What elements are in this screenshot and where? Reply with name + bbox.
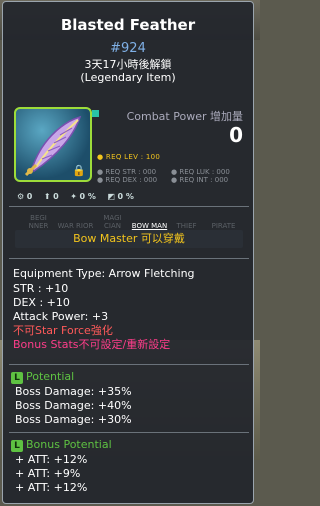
stat-icon-item: ⚙ 0 — [17, 192, 33, 201]
item-tooltip: Blasted Feather #924 3天17小時後解鎖 (Legendar… — [2, 1, 254, 504]
divider — [9, 258, 249, 259]
item-icon-frame: 🔒 — [14, 107, 92, 182]
job-beginner: BEGI NNER — [28, 214, 49, 230]
item-id: #924 — [110, 41, 146, 56]
req-level: ● REQ LEV : 100 — [97, 153, 161, 161]
stat-icon-row: ⚙ 0 ⬆ 0 ✦ 0 % ◩ 0 % — [17, 192, 247, 201]
job-notice: Bow Master 可以穿戴 — [15, 230, 243, 248]
divider — [9, 432, 249, 433]
potential-label: Potential — [26, 370, 75, 383]
item-grade: (Legendary Item) — [80, 71, 176, 84]
stat-line: STR : +10 — [13, 282, 69, 295]
req-luk: ● REQ LUK : 000 — [171, 168, 230, 176]
flag-icon — [92, 110, 99, 117]
stat-icon-item: ⬆ 0 — [43, 192, 59, 201]
potential-line: Boss Damage: +30% — [15, 413, 132, 426]
req-grid: ● REQ STR : 000 ● REQ LUK : 000 ● REQ DEX… — [97, 168, 247, 184]
stat-icon-item: ✦ 0 % — [70, 192, 96, 201]
stat-list: STR : +10 DEX : +10 Attack Power: +3 不可S… — [13, 282, 170, 352]
stat-icon-item: ◩ 0 % — [107, 192, 134, 201]
job-list: BEGI NNER WAR RIOR MAGI CIAN BOW MAN THIEF PI… — [20, 214, 246, 230]
item-title: Blasted Feather — [60, 16, 196, 34]
combat-power-label: Combat Power 增加量 — [126, 110, 243, 123]
bonus-potential-line: + ATT: +12% — [15, 481, 88, 494]
divider — [9, 364, 249, 365]
potential-header: L Potential — [11, 370, 74, 384]
potential-lines: Boss Damage: +35% Boss Damage: +40% Boss… — [15, 385, 132, 427]
potential-line: Boss Damage: +35% — [15, 385, 132, 398]
req-str: ● REQ STR : 000 — [97, 168, 157, 176]
legendary-badge-icon: L — [11, 440, 23, 452]
bonus-potential-line: + ATT: +12% — [15, 453, 88, 466]
job-bowman: BOW MAN — [131, 222, 168, 230]
star-force-note: 不可Star Force強化 — [13, 324, 113, 337]
potential-line: Boss Damage: +40% — [15, 399, 132, 412]
job-magician: MAGI CIAN — [103, 214, 122, 230]
req-int: ● REQ INT : 000 — [171, 176, 229, 184]
unlock-time: 3天17小時後解鎖 — [84, 58, 172, 71]
bonus-potential-lines: + ATT: +12% + ATT: +9% + ATT: +12% — [15, 453, 87, 495]
lock-icon: 🔒 — [72, 164, 86, 177]
stat-line: Attack Power: +3 — [13, 310, 109, 323]
bonus-potential-line: + ATT: +9% — [15, 467, 81, 480]
job-thief: THIEF — [176, 222, 197, 230]
combat-power-value: 0 — [229, 123, 243, 147]
legendary-badge-icon: L — [11, 372, 23, 384]
equipment-type: Equipment Type: Arrow Fletching — [13, 267, 195, 280]
job-pirate: PIRATE — [211, 222, 236, 230]
req-dex: ● REQ DEX : 000 — [97, 176, 158, 184]
bonus-potential-label: Bonus Potential — [26, 438, 112, 451]
stat-line: DEX : +10 — [13, 296, 70, 309]
job-warrior: WAR RIOR — [57, 222, 94, 230]
bonus-potential-header: L Bonus Potential — [11, 438, 112, 452]
divider — [9, 206, 249, 207]
bonus-stats-note: Bonus Stats不可設定/重新設定 — [13, 338, 171, 351]
